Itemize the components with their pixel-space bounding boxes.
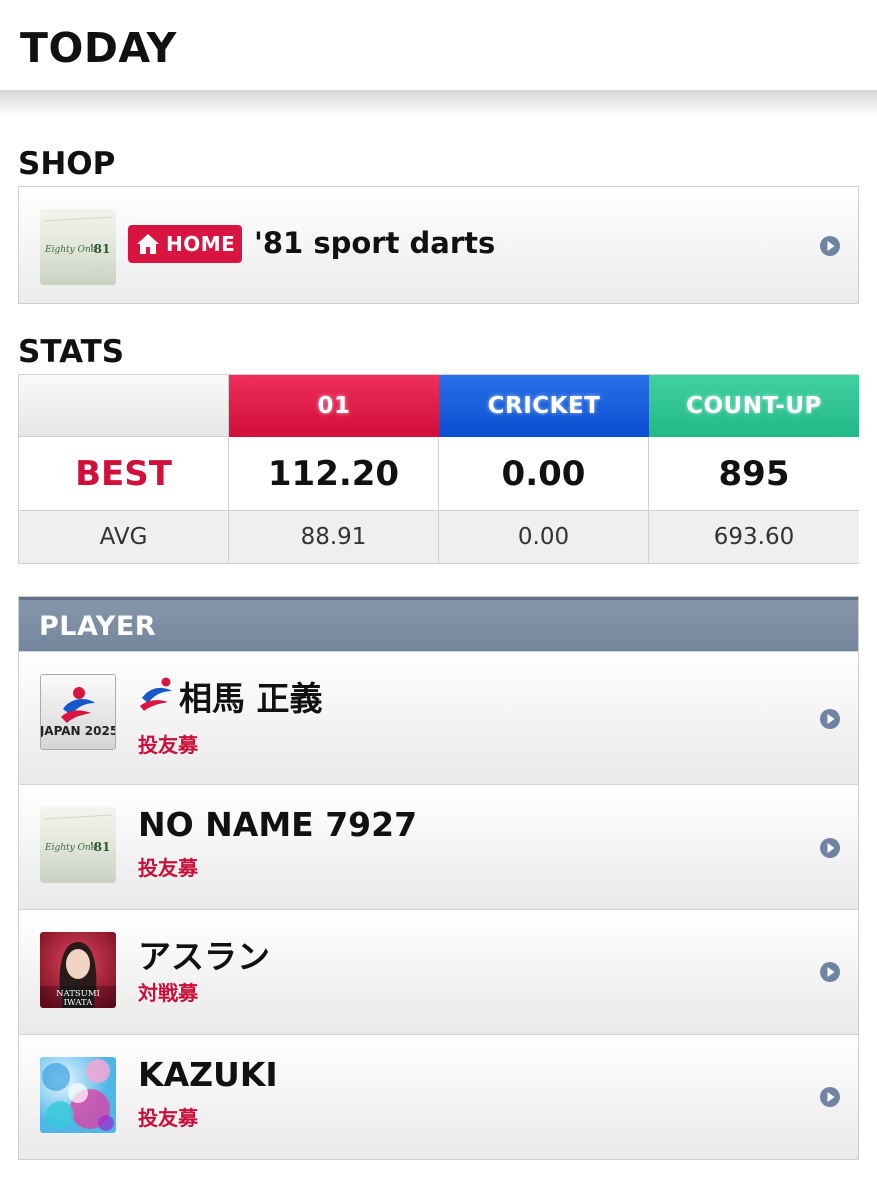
player-row[interactable]: KAZUKI 投友募 bbox=[19, 1034, 858, 1159]
player-name: NO NAME 7927 bbox=[138, 805, 418, 844]
home-badge-label: HOME bbox=[166, 232, 236, 256]
player-name: アスラン bbox=[138, 937, 270, 976]
player-row[interactable]: NATSUMI IWATA アスラン 対戦募 bbox=[19, 909, 858, 1034]
top-bar-shadow bbox=[0, 90, 877, 115]
stats-table: 01 CRICKET COUNT-UP BEST 112.20 0.00 895… bbox=[18, 374, 859, 564]
player-status: 投友募 bbox=[138, 856, 198, 880]
shop-card[interactable]: Eighty One '81 HOME '81 sport darts bbox=[18, 186, 859, 304]
chevron-right-icon bbox=[820, 962, 840, 982]
player-status: 対戦募 bbox=[138, 981, 198, 1005]
player-list: PLAYER JAPAN 2025 相馬 正義 投友募 Eighty One '… bbox=[18, 596, 859, 1160]
player-section-header: PLAYER bbox=[19, 597, 858, 651]
stats-header-01: 01 bbox=[229, 375, 439, 437]
player-avatar bbox=[40, 1057, 116, 1133]
chevron-right-icon bbox=[820, 236, 840, 256]
japan-tour-icon bbox=[140, 677, 172, 711]
best-label: BEST bbox=[19, 437, 229, 511]
chevron-right-icon bbox=[820, 1087, 840, 1107]
top-bar: TODAY bbox=[0, 0, 877, 92]
shop-name: '81 sport darts bbox=[254, 226, 496, 260]
svg-text:Eighty One: Eighty One bbox=[44, 245, 96, 255]
player-status: 投友募 bbox=[138, 1106, 198, 1130]
avg-01-value: 88.91 bbox=[229, 511, 439, 563]
home-icon bbox=[137, 234, 159, 254]
avg-cricket-value: 0.00 bbox=[439, 511, 649, 563]
player-row[interactable]: Eighty One '81 NO NAME 7927 投友募 bbox=[19, 784, 858, 909]
player-name: KAZUKI bbox=[138, 1055, 278, 1094]
stats-header-blank bbox=[19, 375, 229, 437]
player-avatar: JAPAN 2025 bbox=[40, 674, 116, 750]
chevron-right-icon bbox=[820, 838, 840, 858]
player-row[interactable]: JAPAN 2025 相馬 正義 投友募 bbox=[19, 651, 858, 784]
chevron-right-icon bbox=[820, 709, 840, 729]
avatar-caption: JAPAN 2025 bbox=[41, 724, 116, 738]
page-title: TODAY bbox=[20, 24, 177, 72]
stats-header-cricket: CRICKET bbox=[439, 375, 649, 437]
stats-section-title: STATS bbox=[18, 334, 125, 370]
svg-text:Eighty One: Eighty One bbox=[44, 843, 96, 853]
player-name: 相馬 正義 bbox=[179, 679, 323, 718]
best-count-up-value: 895 bbox=[649, 437, 859, 511]
svg-text:IWATA: IWATA bbox=[64, 998, 94, 1008]
best-cricket-value: 0.00 bbox=[439, 437, 649, 511]
home-badge: HOME bbox=[128, 225, 242, 263]
svg-text:'81: '81 bbox=[90, 242, 110, 256]
stats-header-count-up: COUNT-UP bbox=[649, 375, 859, 437]
avg-label: AVG bbox=[19, 511, 229, 563]
shop-logo: Eighty One '81 bbox=[40, 209, 116, 285]
svg-text:'81: '81 bbox=[90, 840, 110, 854]
avg-count-up-value: 693.60 bbox=[649, 511, 859, 563]
player-section-title: PLAYER bbox=[39, 611, 157, 642]
player-status: 投友募 bbox=[138, 733, 198, 757]
shop-section-title: SHOP bbox=[18, 146, 116, 182]
best-01-value: 112.20 bbox=[229, 437, 439, 511]
player-avatar: Eighty One '81 bbox=[40, 807, 116, 883]
player-avatar: NATSUMI IWATA bbox=[40, 932, 116, 1008]
